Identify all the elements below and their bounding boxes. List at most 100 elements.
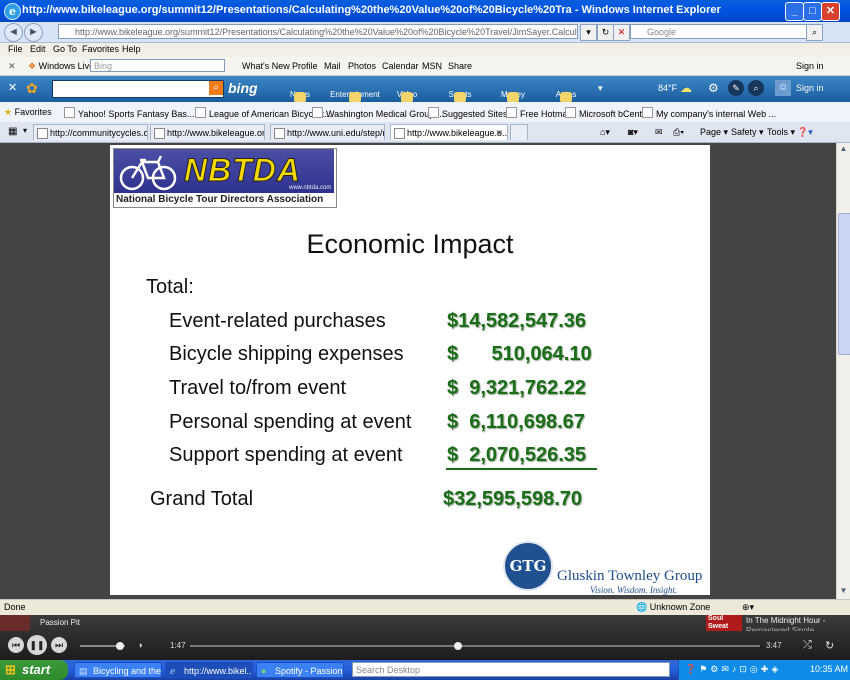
menu-file[interactable]: File	[8, 44, 23, 54]
start-button[interactable]: ⊞ start	[0, 660, 68, 680]
page-menu[interactable]: Page ▾	[700, 127, 728, 138]
scroll-down-icon[interactable]: ▼	[838, 586, 849, 597]
forward-icon[interactable]: ►	[24, 23, 43, 42]
bing-logo[interactable]: bing	[228, 80, 258, 96]
fav-item-suggested[interactable]: Suggested Sites	[428, 107, 508, 119]
settings-icon[interactable]: ⚙	[708, 81, 719, 95]
menu-edit[interactable]: Edit	[30, 44, 46, 54]
previous-icon[interactable]: ⏮	[8, 637, 24, 653]
search-input[interactable]: Google	[630, 24, 820, 39]
status-text: Done	[4, 602, 26, 612]
next-icon[interactable]: ⏭	[51, 637, 67, 653]
windows-live-sign-in[interactable]: Sign in	[796, 61, 824, 71]
refresh-icon[interactable]: ↻	[597, 24, 614, 41]
tray-icons[interactable]: ❓⚑⚙✉♪⊡◎✚◈	[685, 664, 781, 675]
zone-indicator[interactable]: 🌐 Unknown Zone	[636, 602, 710, 613]
tab-uni[interactable]: http://www.uni.edu/step/re...	[270, 124, 385, 140]
link-whats-new[interactable]: What's New	[242, 61, 290, 71]
menu-favorites[interactable]: Favorites	[82, 44, 119, 54]
favicon-icon	[428, 107, 439, 118]
back-icon[interactable]: ◄	[4, 23, 23, 42]
bingbar-entertainment[interactable]: Entertainment	[330, 90, 380, 103]
bingbar-news[interactable]: News	[275, 90, 325, 103]
maximize-button[interactable]: □	[803, 2, 822, 21]
close-button[interactable]: ✕	[821, 2, 840, 21]
track-subtitle: Remastered Single...	[746, 626, 821, 631]
address-dropdown-icon[interactable]: ▾	[580, 24, 597, 41]
bing-search-input[interactable]: Bing	[90, 59, 225, 72]
fav-item-internal[interactable]: My company's internal Web ...	[642, 107, 776, 119]
mail-icon[interactable]: ✉	[655, 127, 663, 138]
bingbar-video[interactable]: Video	[382, 90, 432, 103]
fav-item-washington[interactable]: Washington Medical Group ...	[312, 107, 444, 119]
favicon-icon	[312, 107, 323, 118]
butterfly-icon[interactable]: ✿	[26, 80, 38, 97]
desktop-search-icon[interactable]: ⌕	[656, 663, 662, 674]
shuffle-icon[interactable]: ⤮	[803, 639, 812, 652]
feeds-icon[interactable]: ◙▾	[628, 127, 638, 138]
print-icon[interactable]: ⎙▾	[673, 127, 684, 138]
bingbar-close-icon[interactable]: ✕	[8, 81, 17, 94]
tab-list-icon[interactable]: ▾	[23, 126, 27, 135]
tab-bikeleague-1[interactable]: http://www.bikeleague.org/s...	[150, 124, 265, 140]
fav-item-yahoo[interactable]: Yahoo! Sports Fantasy Bas...	[64, 107, 194, 119]
scroll-up-icon[interactable]: ▲	[838, 144, 849, 155]
tab-bikeleague-active[interactable]: http://www.bikeleague.o... ✕	[390, 124, 508, 140]
favorites-button[interactable]: ★ Favorites	[4, 107, 52, 118]
address-input[interactable]: http://www.bikeleague.org/summit12/Prese…	[58, 24, 578, 39]
quick-tabs-icon[interactable]: ▦	[8, 126, 17, 137]
grand-total-amount: $32,595,598.70	[443, 488, 583, 510]
bingbar-sign-in[interactable]: Sign in	[796, 83, 824, 93]
bingbar-search-input[interactable]	[52, 80, 224, 98]
taskbar-item-word[interactable]: ▤Bicycling and the ...	[74, 662, 162, 678]
taskbar-item-ie[interactable]: ℯ http://www.bikel...	[165, 662, 253, 678]
link-calendar[interactable]: Calendar	[382, 61, 419, 71]
bingbar-autos[interactable]: Autos	[541, 90, 591, 103]
speaker-icon[interactable]: ◗	[138, 640, 143, 650]
row-amount-travel: $ 9,321,762.22	[447, 377, 587, 399]
home-icon[interactable]: ⌂▾	[600, 127, 610, 138]
safety-menu[interactable]: Safety ▾	[731, 127, 764, 138]
tab-communitycycles[interactable]: http://communitycycles.org/i...	[33, 124, 148, 140]
new-tab-button[interactable]	[510, 124, 528, 140]
bingbar-sports[interactable]: Sports	[435, 90, 485, 103]
bingbar-search-icon[interactable]: ⌕	[209, 81, 223, 95]
find-icon[interactable]: ⌕	[748, 80, 764, 96]
bingbar-more-icon[interactable]: ▾	[598, 83, 603, 94]
toolbar-close-icon[interactable]: ✕	[8, 61, 16, 72]
user-icon[interactable]: ☺	[775, 80, 791, 96]
album-art[interactable]: Soul Sweat	[706, 615, 742, 631]
stop-icon[interactable]: ✕	[613, 24, 630, 41]
menu-goto[interactable]: Go To	[53, 44, 77, 54]
fav-item-bcentral[interactable]: Microsoft bCentral	[565, 107, 652, 119]
taskbar-item-spotify[interactable]: ●Spotify - Passion ...	[256, 662, 344, 678]
scroll-thumb[interactable]	[838, 213, 850, 355]
link-msn[interactable]: MSN	[422, 61, 442, 71]
windows-live-label[interactable]: ❖ Windows Live	[28, 61, 94, 72]
minimize-button[interactable]: _	[785, 2, 804, 21]
link-profile[interactable]: Profile	[292, 61, 318, 71]
link-photos[interactable]: Photos	[348, 61, 376, 71]
progress-bar[interactable]	[190, 642, 760, 650]
weather-temp[interactable]: 84°F	[658, 83, 677, 93]
tools-menu[interactable]: Tools ▾	[767, 127, 795, 138]
address-bar-row: ◄ ► http://www.bikeleague.org/summit12/P…	[0, 22, 850, 43]
volume-slider[interactable]	[80, 642, 125, 650]
help-icon[interactable]: ❓▾	[797, 127, 813, 138]
weather-icon: ☁	[680, 81, 692, 95]
repeat-icon[interactable]: ↻	[825, 639, 834, 652]
bingbar-money[interactable]: Money	[488, 90, 538, 103]
zoom-icon[interactable]: ⊕▾	[742, 602, 754, 613]
windows-live-toolbar: ✕ ❖ Windows Live Bing What's New Profile…	[0, 57, 850, 76]
desktop-search-input[interactable]: Search Desktop	[352, 662, 670, 677]
highlight-icon[interactable]: ✎	[728, 80, 744, 96]
link-mail[interactable]: Mail	[324, 61, 341, 71]
menu-help[interactable]: Help	[122, 44, 141, 54]
search-icon[interactable]: ⌕	[806, 24, 823, 41]
pause-icon[interactable]: ❚❚	[27, 635, 47, 655]
fav-item-hotmail[interactable]: Free Hotmail	[506, 107, 572, 119]
progress-knob[interactable]	[453, 642, 462, 650]
track-title[interactable]: In The Midnight Hour -	[746, 616, 825, 625]
vertical-scrollbar[interactable]: ▲ ▼	[836, 143, 850, 599]
link-share[interactable]: Share	[448, 61, 472, 71]
